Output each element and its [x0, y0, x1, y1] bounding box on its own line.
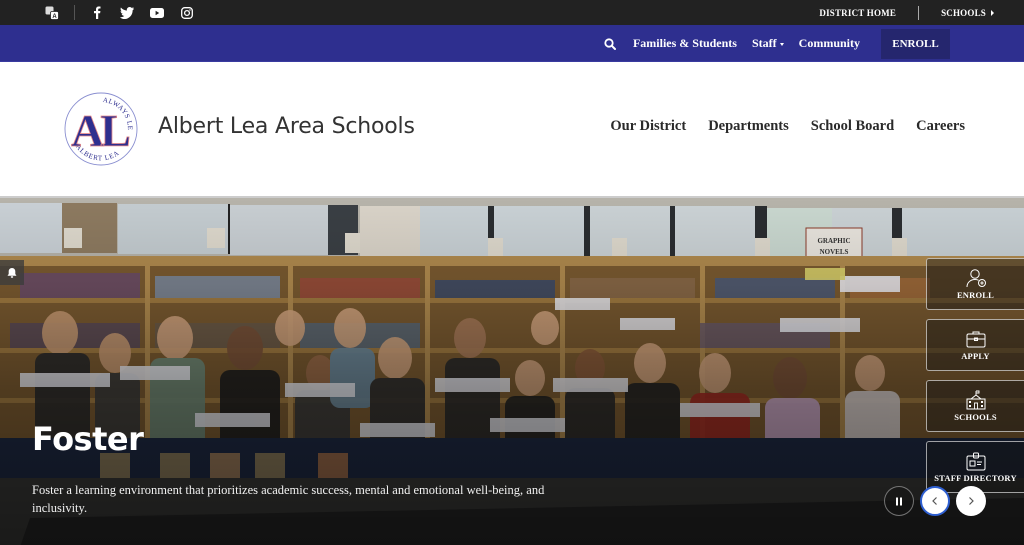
- hero-slider: GRAPHIC NOVELS: [0, 196, 1024, 545]
- nav-our-district[interactable]: Our District: [610, 118, 686, 135]
- site-title[interactable]: Albert Lea Area Schools: [158, 114, 415, 139]
- chevron-left-icon: [932, 497, 937, 505]
- chevron-right-icon: [969, 497, 974, 505]
- hero-title: Foster: [32, 420, 144, 458]
- hero-description: Foster a learning environment that prior…: [32, 483, 545, 515]
- site-header: ALWAYS LEARNING ALBERT LEA AL Albert Lea…: [0, 62, 1024, 196]
- id-badge-icon: [966, 452, 985, 471]
- bell-icon: [7, 267, 17, 278]
- alert-bell-button[interactable]: [0, 260, 24, 285]
- enroll-button[interactable]: ENROLL: [881, 28, 950, 59]
- quick-link-label: STAFF DIRECTORY: [934, 473, 1017, 483]
- schools-dropdown[interactable]: SCHOOLS: [941, 8, 994, 18]
- quick-link-enroll[interactable]: ENROLL: [926, 258, 1024, 310]
- nav-staff-label: Staff: [751, 36, 777, 50]
- nav-families-students[interactable]: Families & Students: [633, 36, 737, 51]
- schools-label: SCHOOLS: [941, 7, 986, 18]
- twitter-icon[interactable]: [119, 5, 135, 21]
- quick-link-schools[interactable]: SCHOOLS: [926, 380, 1024, 432]
- quick-link-label: APPLY: [961, 351, 990, 361]
- nav-departments[interactable]: Departments: [708, 118, 789, 135]
- slider-controls: [884, 486, 992, 516]
- instagram-icon[interactable]: [179, 5, 195, 21]
- divider: [918, 5, 920, 20]
- youtube-icon[interactable]: [149, 5, 165, 21]
- caret-right-icon: [991, 10, 994, 17]
- facebook-icon[interactable]: [89, 5, 105, 21]
- primary-nav-bar: Families & Students Staff Community ENRO…: [0, 25, 1024, 62]
- nav-careers[interactable]: Careers: [916, 118, 965, 135]
- search-icon[interactable]: [602, 36, 618, 52]
- briefcase-icon: [966, 331, 985, 348]
- quick-link-label: ENROLL: [956, 290, 995, 300]
- nav-staff-dropdown[interactable]: Staff: [752, 36, 784, 51]
- school-building-icon: [966, 390, 985, 410]
- nav-community[interactable]: Community: [799, 36, 860, 51]
- svg-text:A: A: [52, 14, 57, 20]
- quick-link-label: SCHOOLS: [954, 412, 997, 422]
- user-add-icon: [966, 269, 986, 288]
- nav-school-board[interactable]: School Board: [811, 118, 894, 135]
- chevron-down-icon: [779, 42, 784, 46]
- pause-icon: [896, 497, 902, 505]
- translate-icon[interactable]: A: [44, 5, 60, 21]
- previous-slide-button[interactable]: [920, 486, 950, 516]
- divider: [74, 5, 75, 20]
- logo-monogram: AL: [71, 105, 129, 156]
- quick-link-apply[interactable]: APPLY: [926, 319, 1024, 371]
- district-home-link[interactable]: DISTRICT HOME: [819, 8, 896, 18]
- quick-links: ENROLL APPLY SCHOOLS STAFF DIRECTORY: [926, 258, 1024, 502]
- utility-bar: A DISTRICT HOME SCHOOLS: [0, 0, 1024, 25]
- district-logo[interactable]: ALWAYS LEARNING ALBERT LEA AL: [57, 82, 142, 170]
- main-nav: Our District Departments School Board Ca…: [588, 118, 965, 135]
- pause-button[interactable]: [884, 486, 914, 516]
- next-slide-button[interactable]: [956, 486, 986, 516]
